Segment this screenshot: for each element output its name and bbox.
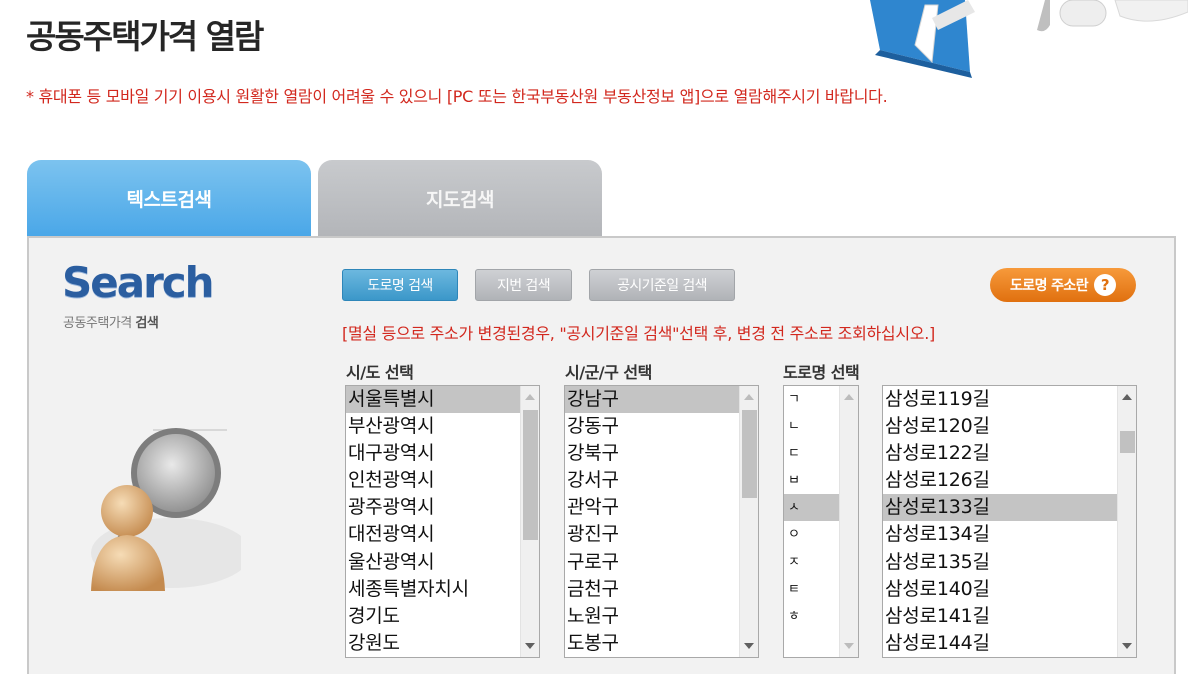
list-option[interactable]: 광주광역시 (346, 494, 539, 521)
scroll-up-arrow-icon[interactable] (1122, 394, 1132, 400)
list-option[interactable]: 삼성로122길 (883, 440, 1136, 467)
search-logo: Search (62, 258, 215, 307)
search-panel: Search 공동주택가격 검색 도로명 검색 지번 검색 공시기준일 검색 도… (27, 236, 1176, 674)
hero-illustration (870, 0, 1188, 78)
scroll-thumb[interactable] (742, 410, 757, 498)
scroll-up-arrow-icon[interactable] (844, 394, 854, 400)
list-option[interactable]: 경기도 (346, 603, 539, 630)
list-option[interactable]: 강동구 (565, 413, 758, 440)
list-option[interactable]: 광진구 (565, 521, 758, 548)
list-option[interactable]: 인천광역시 (346, 467, 539, 494)
list-option[interactable]: 강원도 (346, 630, 539, 657)
initial-scrollbar[interactable] (839, 386, 858, 657)
list-option[interactable]: 강서구 (565, 467, 758, 494)
help-icon: ? (1093, 274, 1116, 296)
mobile-notice: * 휴대폰 등 모바일 기기 이용시 원활한 열람이 어려울 수 있으니 [PC… (26, 87, 888, 106)
tab-map-search[interactable]: 지도검색 (318, 160, 602, 236)
road-address-guide-label: 도로명 주소란 (1010, 278, 1089, 294)
sido-listbox[interactable]: 서울특별시 부산광역시 대구광역시 인천광역시 광주광역시 대전광역시 울산광역시 세종특별자… (345, 385, 540, 658)
sigungu-select-label: 시/군/구 선택 (565, 363, 652, 382)
search-logo-subtitle: 공동주택가격 검색 (63, 312, 159, 331)
announce-date-search-button[interactable]: 공시기준일 검색 (589, 269, 735, 301)
search-logo-subtitle-a: 공동주택가격 (63, 316, 136, 331)
sigungu-listbox[interactable]: 강남구 강동구 강북구 강서구 관악구 광진구 구로구 금천구 노원구 도봉구 (564, 385, 759, 658)
road-name-select-label: 도로명 선택 (783, 363, 860, 382)
list-option[interactable]: 삼성로140길 (883, 576, 1136, 603)
list-option[interactable]: 대전광역시 (346, 521, 539, 548)
scroll-down-arrow-icon[interactable] (744, 643, 754, 649)
road-address-guide-button[interactable]: 도로명 주소란 ? (990, 268, 1136, 302)
road-name-listbox[interactable]: 삼성로119길 삼성로120길 삼성로122길 삼성로126길 삼성로133길 삼성로13… (882, 385, 1137, 658)
list-option[interactable]: 삼성로120길 (883, 413, 1136, 440)
list-option[interactable]: 구로구 (565, 549, 758, 576)
sido-scrollbar[interactable] (520, 386, 539, 657)
page-title: 공동주택가격 열람 (26, 17, 264, 56)
scroll-thumb[interactable] (523, 410, 538, 540)
search-logo-subtitle-b: 검색 (135, 316, 159, 331)
sigungu-scrollbar[interactable] (739, 386, 758, 657)
list-option[interactable]: 삼성로133길 (883, 494, 1136, 522)
lot-number-search-button[interactable]: 지번 검색 (475, 269, 572, 301)
scroll-down-arrow-icon[interactable] (525, 643, 535, 649)
scroll-thumb[interactable] (1120, 431, 1135, 453)
road-scrollbar[interactable] (1117, 386, 1136, 657)
sido-options: 서울특별시 부산광역시 대구광역시 인천광역시 광주광역시 대전광역시 울산광역시 세종특별자… (346, 386, 539, 657)
list-option[interactable]: 울산광역시 (346, 549, 539, 576)
scroll-up-arrow-icon[interactable] (525, 394, 535, 400)
list-option[interactable]: 삼성로126길 (883, 467, 1136, 494)
list-option[interactable]: 노원구 (565, 603, 758, 630)
list-option[interactable]: 서울특별시 (346, 386, 539, 414)
road-options: 삼성로119길 삼성로120길 삼성로122길 삼성로126길 삼성로133길 삼성로13… (883, 386, 1136, 657)
initial-consonant-listbox[interactable]: ㄱㄴㄷㅂㅅㅇㅈㅌㅎ (783, 385, 859, 658)
address-change-warning: [멸실 등으로 주소가 변경된경우, "공시기준일 검색"선택 후, 변경 전 … (342, 324, 935, 343)
tab-text-search[interactable]: 텍스트검색 (27, 160, 311, 236)
list-option[interactable]: 도봉구 (565, 630, 758, 657)
list-option[interactable]: 삼성로119길 (883, 386, 1136, 413)
list-option[interactable]: 삼성로144길 (883, 630, 1136, 657)
list-option[interactable]: 강남구 (565, 386, 758, 414)
scroll-up-arrow-icon[interactable] (744, 394, 754, 400)
list-option[interactable]: 관악구 (565, 494, 758, 521)
road-name-search-button[interactable]: 도로명 검색 (342, 269, 458, 301)
list-option[interactable]: 강북구 (565, 440, 758, 467)
list-option[interactable]: 부산광역시 (346, 413, 539, 440)
sigungu-options: 강남구 강동구 강북구 강서구 관악구 광진구 구로구 금천구 노원구 도봉구 (565, 386, 758, 657)
scroll-down-arrow-icon[interactable] (844, 643, 854, 649)
list-option[interactable]: 세종특별자치시 (346, 576, 539, 603)
list-option[interactable]: 삼성로135길 (883, 549, 1136, 576)
list-option[interactable]: 대구광역시 (346, 440, 539, 467)
sido-select-label: 시/도 선택 (346, 363, 414, 382)
list-option[interactable]: 삼성로134길 (883, 521, 1136, 548)
list-option[interactable]: 금천구 (565, 576, 758, 603)
list-option[interactable]: 삼성로141길 (883, 603, 1136, 630)
scroll-down-arrow-icon[interactable] (1122, 643, 1132, 649)
magnifier-person-illustration (91, 428, 241, 591)
